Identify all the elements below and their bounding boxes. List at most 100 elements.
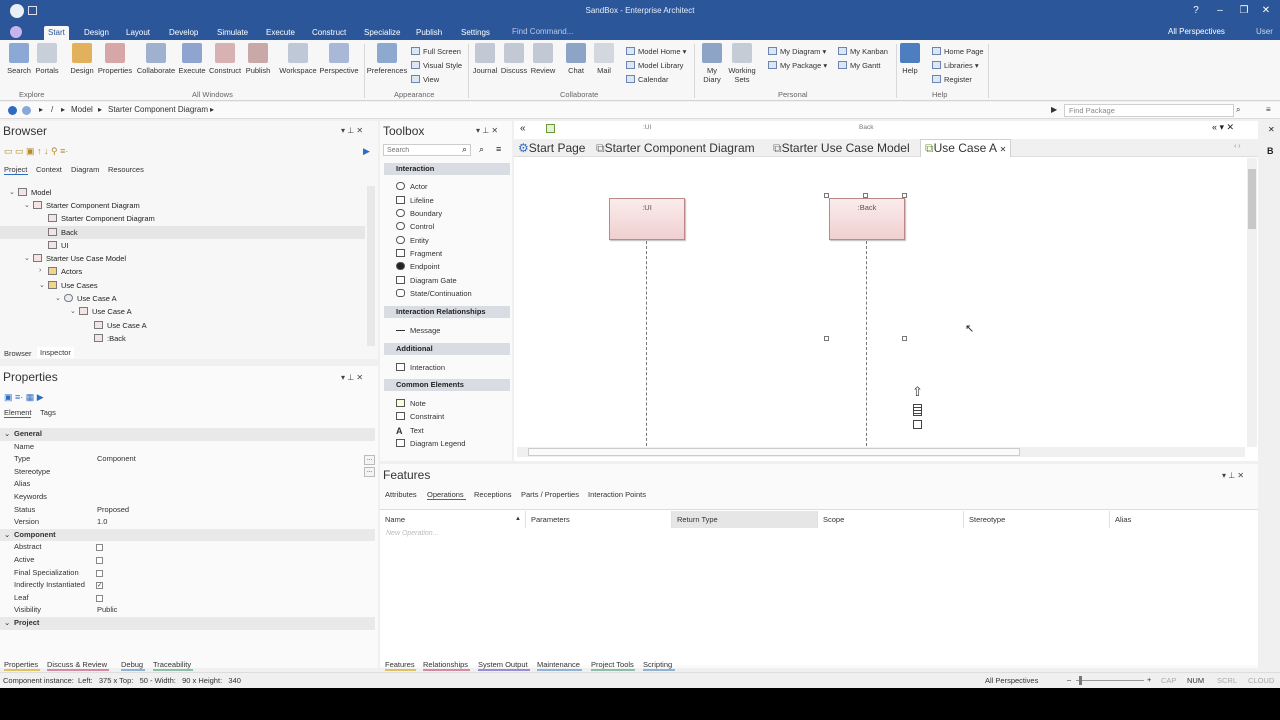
tab-scroll-icon[interactable]: ‹ › [1234, 143, 1241, 150]
property-section[interactable]: ⌄ General [0, 428, 375, 441]
search-icon[interactable]: ⌕ [1236, 105, 1240, 115]
selection-handle[interactable] [902, 193, 907, 198]
column-name[interactable]: Name ▲ [380, 511, 526, 528]
right-panel-tab[interactable]: B [1267, 146, 1274, 156]
tree-item[interactable]: Starter Use Case Model [33, 252, 126, 265]
tool-endpoint[interactable]: Endpoint [396, 260, 440, 273]
minimize-icon[interactable]: – [1210, 4, 1230, 18]
toolbox-section-interaction-relationships[interactable]: Interaction Relationships [384, 306, 510, 318]
panel-menu-icon[interactable]: ▾ ⊥ ✕ [476, 126, 498, 135]
property-row[interactable]: Status Proposed [0, 504, 375, 517]
collapse-icon[interactable]: ⌄ [70, 307, 76, 315]
property-row[interactable]: Type Component [0, 453, 375, 466]
property-checkbox[interactable] [96, 594, 103, 602]
my-kanban-button[interactable]: My Kanban [838, 46, 888, 57]
back-icon[interactable] [8, 106, 17, 115]
status-perspective[interactable]: All Perspectives [985, 676, 1038, 685]
tab-execute[interactable]: Execute [262, 26, 299, 40]
tab-starter-component-diagram[interactable]: ⧉Starter Component Diagram [596, 141, 755, 156]
model-library-button[interactable]: Model Library [626, 60, 683, 71]
discuss-button[interactable]: Discuss [500, 43, 528, 75]
collapse-left-icon[interactable]: « [520, 123, 526, 134]
model-home-button[interactable]: Model Home ▾ [626, 46, 686, 57]
tab-element[interactable]: Element [4, 408, 32, 417]
tree-item[interactable]: Starter Component Diagram [33, 199, 140, 212]
column-parameters[interactable]: Parameters [526, 511, 672, 528]
workspace-button[interactable]: Workspace [278, 43, 318, 75]
help-icon[interactable]: ? [1186, 4, 1206, 18]
panel-menu-icon[interactable]: ▾ ⊥ ✕ [341, 126, 363, 135]
publish-button[interactable]: Publish [243, 43, 273, 75]
breadcrumb-model[interactable]: Model [71, 105, 93, 114]
tab-context[interactable]: Context [36, 165, 62, 174]
tool-text[interactable]: A Text [396, 424, 424, 437]
tab-develop[interactable]: Develop [165, 26, 202, 40]
diagram-canvas[interactable]: :UI :Back ⇧ ↖ [517, 158, 1245, 446]
tool-interaction[interactable]: Interaction [396, 361, 445, 374]
property-section[interactable]: ⌄ Component [0, 528, 375, 542]
panel-menu-icon[interactable]: ▾ ⊥ ✕ [341, 373, 363, 382]
tab-relationships[interactable]: Relationships [423, 660, 468, 669]
element-toolbar-icon[interactable] [913, 404, 922, 416]
tab-use-case-a[interactable]: ⧉Use Case A ✕ [920, 139, 1012, 157]
tree-item[interactable]: Use Case A [94, 319, 147, 332]
zoom-thumb[interactable] [1079, 676, 1082, 685]
tool-note[interactable]: Note [396, 397, 426, 410]
tab-attributes[interactable]: Attributes [385, 490, 417, 499]
calendar-button[interactable]: Calendar [626, 74, 668, 85]
libraries-button[interactable]: Libraries ▾ [932, 60, 979, 71]
tab-interaction-points[interactable]: Interaction Points [588, 490, 646, 499]
breadcrumb-root[interactable]: / [51, 105, 53, 114]
tree-item[interactable]: Use Case A [64, 292, 117, 305]
breadcrumb-diagram[interactable]: Starter Component Diagram [108, 105, 208, 114]
expand-icon[interactable]: ▶ [363, 146, 370, 157]
tab-specialize[interactable]: Specialize [360, 26, 404, 40]
tab-browser[interactable]: Browser [4, 349, 32, 358]
find-package-input[interactable]: Find Package [1064, 104, 1234, 117]
property-row[interactable]: Alias [0, 478, 375, 491]
help-button[interactable]: Help [898, 43, 922, 75]
search-button[interactable]: Search [6, 43, 32, 75]
property-value[interactable]: Component [97, 453, 136, 466]
tab-maintenance[interactable]: Maintenance [537, 660, 580, 669]
close-icon[interactable]: ✕ [1256, 4, 1276, 18]
tool-diagram-gate[interactable]: Diagram Gate [396, 274, 457, 287]
tab-features[interactable]: Features [385, 660, 415, 669]
tree-item[interactable]: :Back [94, 332, 126, 345]
tab-publish[interactable]: Publish [412, 26, 446, 40]
collapse-icon[interactable]: ⌄ [24, 201, 30, 209]
ellipsis-button[interactable]: ... [364, 455, 375, 465]
find-command-input[interactable]: Find Command... [512, 25, 652, 38]
property-value[interactable]: Public [97, 604, 117, 617]
chat-button[interactable]: Chat [564, 43, 588, 75]
tab-system-output[interactable]: System Output [478, 660, 528, 669]
find-icon[interactable]: ⌕ [479, 144, 484, 155]
full-screen-button[interactable]: Full Screen [411, 46, 461, 57]
forward-icon[interactable] [22, 106, 31, 115]
tree-item[interactable]: Actors [48, 265, 82, 278]
tree-item[interactable]: Model [18, 186, 51, 199]
quick-link-arrow-icon[interactable]: ⇧ [912, 384, 923, 400]
property-checkbox[interactable] [96, 544, 103, 552]
property-value[interactable]: Proposed [97, 504, 129, 517]
property-row[interactable]: Indirectly Instantiated ✓ [0, 579, 375, 592]
tool-actor[interactable]: Actor [396, 180, 428, 193]
tab-start[interactable]: Start [44, 26, 69, 40]
collapse-icon[interactable]: ⌄ [55, 294, 61, 302]
mail-button[interactable]: Mail [592, 43, 616, 75]
vertical-scroll-thumb[interactable] [1248, 169, 1256, 229]
selection-handle[interactable] [863, 193, 868, 198]
menu-icon[interactable]: ≡ [1266, 105, 1271, 114]
lifeline-back[interactable]: :Back [829, 198, 905, 240]
search-icon[interactable]: ⌕ [462, 144, 467, 155]
visual-style-button[interactable]: Visual Style [411, 60, 462, 71]
my-gantt-button[interactable]: My Gantt [838, 60, 880, 71]
tab-operations[interactable]: Operations [427, 490, 464, 499]
property-checkbox[interactable]: ✓ [96, 582, 103, 590]
perspectives-menu[interactable]: All Perspectives [1168, 25, 1225, 38]
property-row[interactable]: Final Specialization [0, 567, 375, 580]
preferences-button[interactable]: Preferences [366, 43, 408, 75]
zoom-in-icon[interactable]: + [1147, 675, 1151, 684]
tab-properties[interactable]: Properties [4, 660, 38, 669]
right-collapse-icon[interactable]: ✕ [1268, 125, 1275, 134]
